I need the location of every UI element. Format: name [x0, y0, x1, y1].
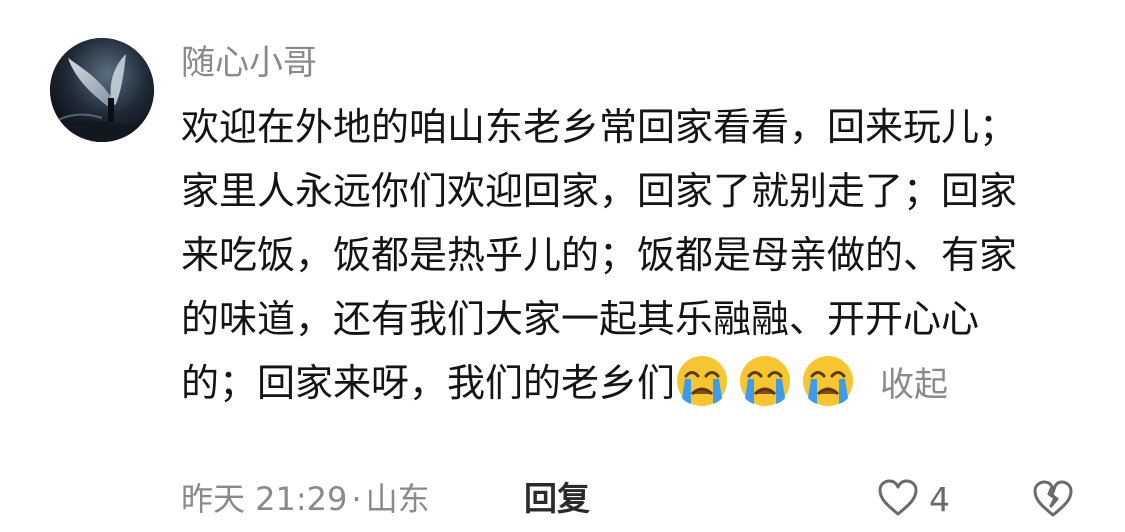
comment-location: 山东: [365, 480, 430, 518]
comment-time: 昨天 21:29: [181, 480, 348, 518]
comment-text: 欢迎在外地的咱山东老乡常回家看看，回来玩儿；家里人永远你们欢迎回家，回家了就别走…: [181, 105, 1018, 405]
crying-face-emoji-1: [675, 354, 729, 408]
comment-body: 欢迎在外地的咱山东老乡常回家看看，回来玩儿；家里人永远你们欢迎回家，回家了就别走…: [181, 95, 1051, 417]
broken-heart-outline-icon: [1031, 480, 1075, 524]
crying-face-emoji-3: [801, 354, 855, 408]
username[interactable]: 随心小哥: [181, 41, 317, 85]
comment-meta: 昨天 21:29 · 山东: [181, 474, 430, 524]
collapse-link[interactable]: 收起: [880, 365, 948, 405]
comment-item: 随心小哥 欢迎在外地的咱山东老乡常回家看看，回来玩儿；家里人永远你们欢迎回家，回…: [0, 0, 1125, 532]
avatar[interactable]: [50, 38, 154, 142]
heart-outline-icon: [877, 478, 919, 522]
meta-separator: ·: [351, 480, 362, 518]
reply-button[interactable]: 回复: [524, 474, 590, 524]
like-count: 4: [929, 480, 950, 519]
dislike-button[interactable]: [1031, 478, 1075, 522]
crying-face-emoji-2: [738, 354, 792, 408]
like-button[interactable]: 4: [877, 477, 950, 523]
